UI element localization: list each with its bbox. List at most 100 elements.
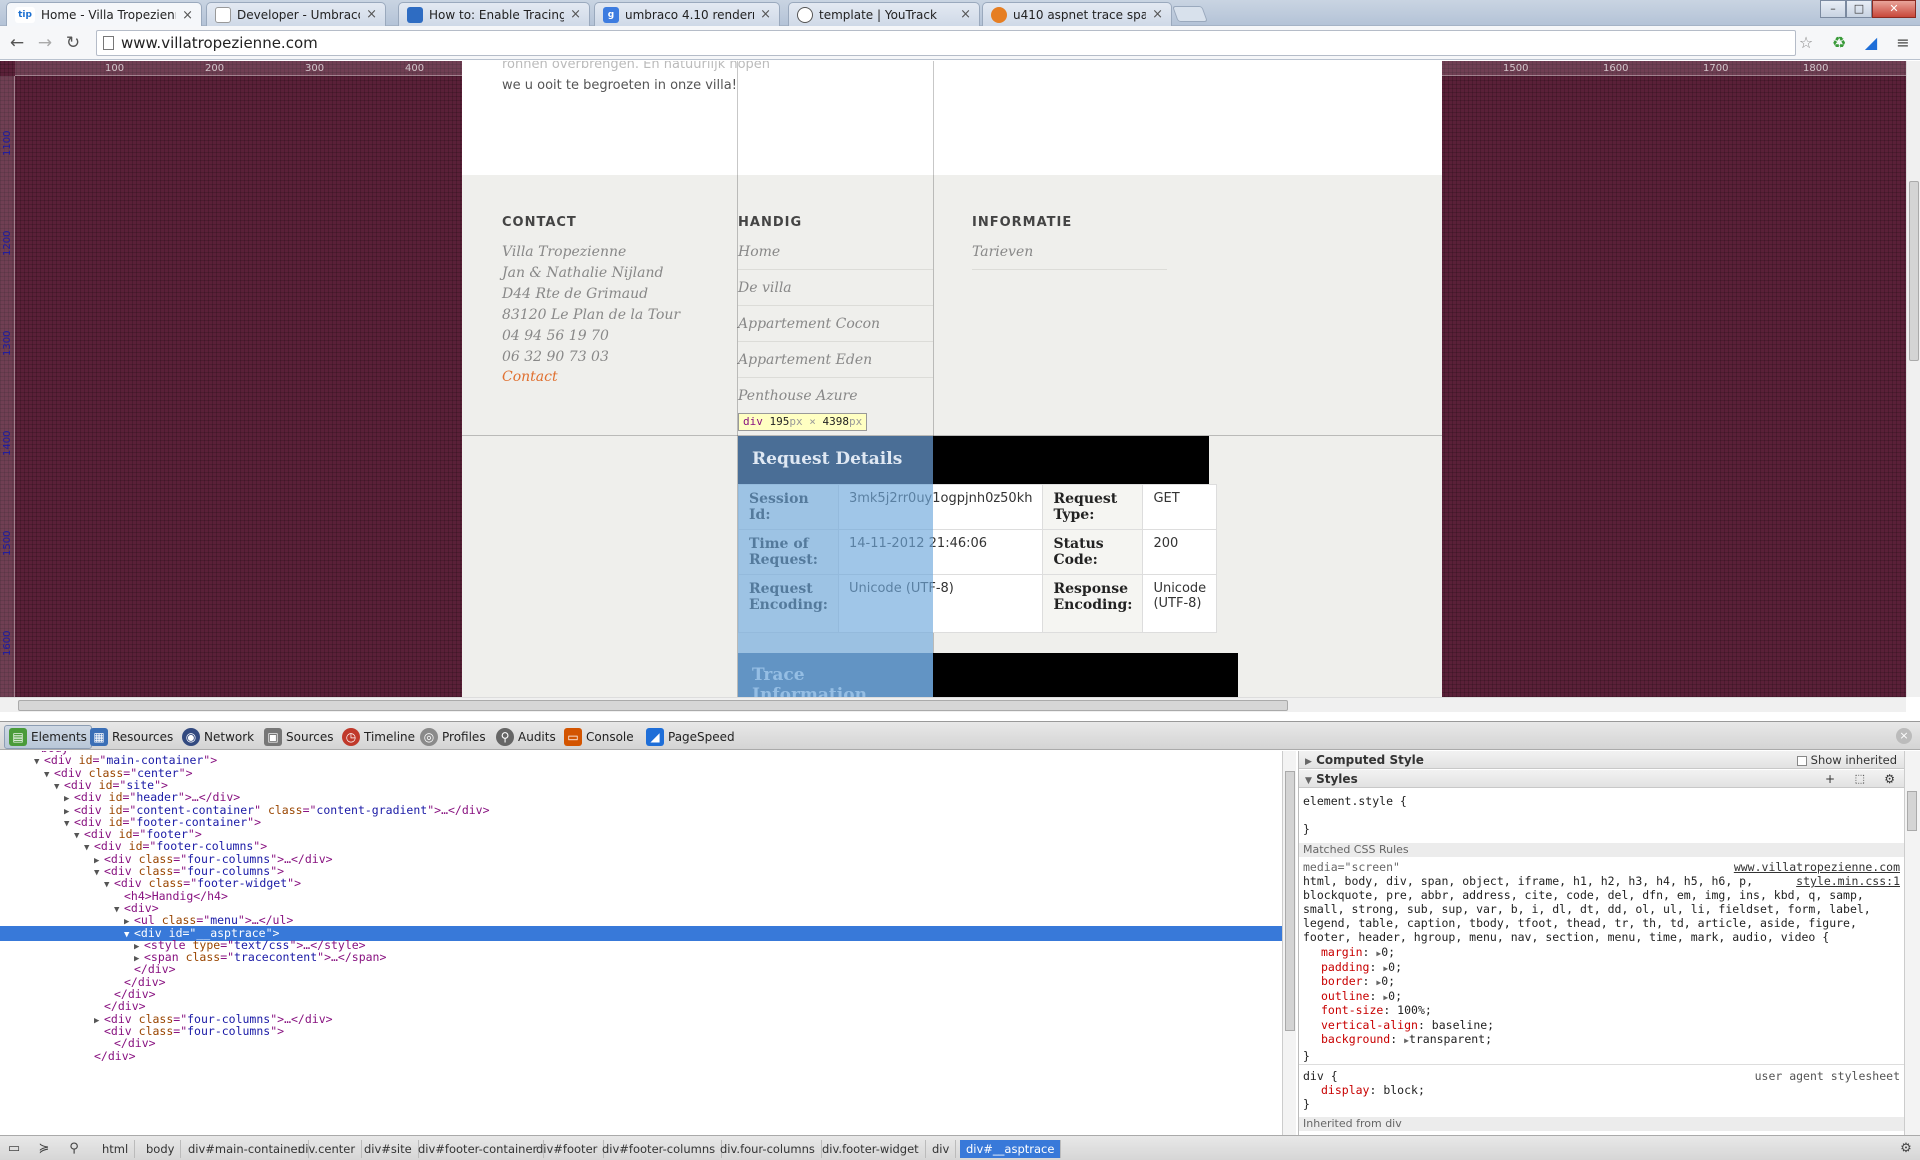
css-property[interactable]: background: ▶transparent; (1321, 1032, 1492, 1048)
extension-pagespeed-icon[interactable]: ◢ (1862, 34, 1880, 52)
contact-line: 83120 Le Plan de la Tour (502, 307, 681, 323)
breadcrumb-item[interactable]: div#footer-columns (596, 1140, 723, 1158)
dock-icon[interactable]: ▭ (4, 1140, 24, 1158)
show-inherited-toggle[interactable]: Show inherited (1797, 751, 1897, 769)
timeline-icon: ◷ (342, 728, 360, 746)
checkbox[interactable] (1797, 755, 1807, 766)
styles-scrollbar[interactable] (1904, 751, 1920, 1135)
close-tab-icon[interactable]: × (960, 7, 971, 22)
tab-label: Resources (112, 730, 174, 744)
styles-header[interactable]: ▼ Styles + ⬚ ⚙ (1299, 770, 1904, 788)
element-style-rule[interactable]: element.style { (1303, 794, 1407, 808)
breadcrumb-item[interactable]: html (96, 1140, 136, 1158)
menu-item-eden[interactable]: Appartement Eden (738, 352, 933, 378)
trace-value: Unicode (UTF-8) (1142, 574, 1218, 633)
rule-close: } (1303, 1049, 1310, 1063)
reload-icon[interactable]: ↻ (62, 32, 84, 54)
property-name: padding (1321, 959, 1370, 974)
bookmark-star-icon[interactable]: ☆ (1797, 34, 1815, 52)
breadcrumb-item[interactable]: div#footer-container (412, 1140, 545, 1158)
tab-profiles[interactable]: ◎ Profiles (416, 725, 490, 749)
page-horizontal-scrollbar[interactable] (0, 697, 1906, 712)
breadcrumb-item[interactable]: div.center (292, 1140, 363, 1158)
tab-timeline[interactable]: ◷ Timeline (338, 725, 419, 749)
address-bar[interactable]: www.villatropezienne.com (96, 30, 1796, 56)
contact-link[interactable]: Contact (502, 369, 558, 385)
close-tab-icon[interactable]: × (366, 7, 377, 22)
inspect-magnifier-icon[interactable]: ⚲ (64, 1140, 84, 1158)
close-tab-icon[interactable]: × (1152, 7, 1163, 22)
scrollbar-thumb[interactable] (18, 700, 1288, 711)
issue-favicon-icon (991, 6, 1007, 23)
tab-elements[interactable]: ▤ Elements (4, 725, 92, 749)
tab-audits[interactable]: ⚲ Audits (492, 725, 560, 749)
menu-item-penthouse[interactable]: Penthouse Azure (738, 388, 933, 413)
stylesheet-source-link[interactable]: www.villatropezienne.com (1734, 860, 1900, 874)
breadcrumb-item[interactable]: div#footer (530, 1140, 605, 1158)
trace-label: Response Encoding: (1042, 574, 1144, 633)
tab-umbraco-developer[interactable]: Developer - Umbraco CM × (206, 2, 386, 26)
request-details-title: Request Details (738, 436, 933, 484)
scrollbar-thumb[interactable] (1907, 791, 1917, 831)
tab-home-villa[interactable]: tip Home - Villa Tropezienne × (6, 2, 202, 27)
console-drawer-icon[interactable]: ≽ (34, 1140, 54, 1158)
tab-enable-tracing[interactable]: How to: Enable Tracing fo × (398, 2, 590, 26)
dom-node[interactable]: </div> (0, 1049, 1282, 1064)
divider (1299, 1064, 1904, 1065)
elements-dom-tree[interactable]: ‹body›▼<div id="main-container">▼<div cl… (0, 751, 1282, 1135)
settings-gear-icon[interactable]: ⚙ (1884, 770, 1895, 788)
ruler-tick: 1700 (1703, 63, 1729, 74)
menu-item-de-villa[interactable]: De villa (738, 280, 933, 306)
menu-item-tarieven[interactable]: Tarieven (972, 244, 1167, 270)
element-state-icon[interactable]: ⬚ (1855, 770, 1865, 788)
close-window-icon[interactable]: ✕ (1872, 0, 1916, 18)
tab-network[interactable]: ◉ Network (178, 725, 258, 749)
trace-value: Unicode (UTF-8) (837, 574, 1044, 633)
tab-resources[interactable]: ▦ Resources (86, 725, 177, 749)
menu-item-home[interactable]: Home (738, 244, 933, 270)
elements-scrollbar[interactable] (1282, 751, 1296, 1135)
tab-label: PageSpeed (668, 730, 735, 744)
tab-pagespeed[interactable]: ◢ PageSpeed (642, 725, 739, 749)
tab-google-search[interactable]: g umbraco 4.10 rendermacr × (594, 2, 780, 26)
breadcrumb-item[interactable]: div#main-container (182, 1140, 310, 1158)
rule-selector: html, body, div, span, object, iframe, h… (1303, 874, 1754, 888)
new-tab-button[interactable] (1172, 6, 1208, 22)
close-devtools-icon[interactable]: × (1896, 728, 1912, 744)
extension-recycle-icon[interactable]: ♻ (1830, 34, 1848, 52)
contact-line: 06 32 90 73 03 (502, 349, 609, 365)
menu-icon[interactable]: ≡ (1894, 34, 1912, 52)
menu-item-cocon[interactable]: Appartement Cocon (738, 316, 933, 342)
add-rule-icon[interactable]: + (1825, 770, 1835, 788)
table-row: Time of Request: 14-11-2012 21:46:06 Sta… (738, 529, 1218, 575)
scrollbar-thumb[interactable] (1909, 181, 1919, 361)
close-tab-icon[interactable]: × (182, 8, 193, 23)
stylesheet-source-link[interactable]: style.min.css:1 (1796, 874, 1900, 888)
maximize-icon[interactable]: □ (1846, 0, 1872, 18)
breadcrumb-item[interactable]: div.four-columns (714, 1140, 822, 1158)
page-vertical-scrollbar[interactable] (1906, 61, 1920, 697)
tab-sources[interactable]: ▣ Sources (260, 725, 337, 749)
tab-trace-spam[interactable]: u410 aspnet trace spam - × (982, 2, 1172, 26)
settings-gear-icon[interactable]: ⚙ (1896, 1140, 1916, 1158)
rule-close: } (1303, 1097, 1310, 1111)
tab-console[interactable]: ▭ Console (560, 725, 638, 749)
breadcrumb-item[interactable]: div#site (358, 1140, 419, 1158)
minimize-icon[interactable]: – (1820, 0, 1846, 18)
breadcrumb-item[interactable]: div (926, 1140, 957, 1158)
scrollbar-thumb[interactable] (1285, 771, 1295, 1031)
back-arrow-icon[interactable]: ← (6, 32, 28, 54)
breadcrumb-item[interactable]: div.footer-widget (816, 1140, 926, 1158)
close-tab-icon[interactable]: × (760, 7, 771, 22)
contact-line: Villa Tropezienne (502, 244, 627, 260)
breadcrumb-item[interactable]: div#__asptrace (960, 1140, 1062, 1158)
trace-value: 200 (1142, 529, 1218, 575)
tab-youtrack[interactable]: template | YouTrack × (788, 2, 980, 26)
ruler-tick: 1300 (2, 330, 13, 356)
computed-style-header[interactable]: ▶ Computed Style Show inherited (1299, 751, 1904, 769)
forward-arrow-icon[interactable]: → (34, 32, 56, 54)
css-property[interactable]: display: block; (1321, 1083, 1425, 1097)
breadcrumb-item[interactable]: body (140, 1140, 182, 1158)
page-viewport[interactable]: 100 200 300 400 800 900 1000 1100 1200 1… (0, 61, 1906, 697)
close-tab-icon[interactable]: × (570, 7, 581, 22)
